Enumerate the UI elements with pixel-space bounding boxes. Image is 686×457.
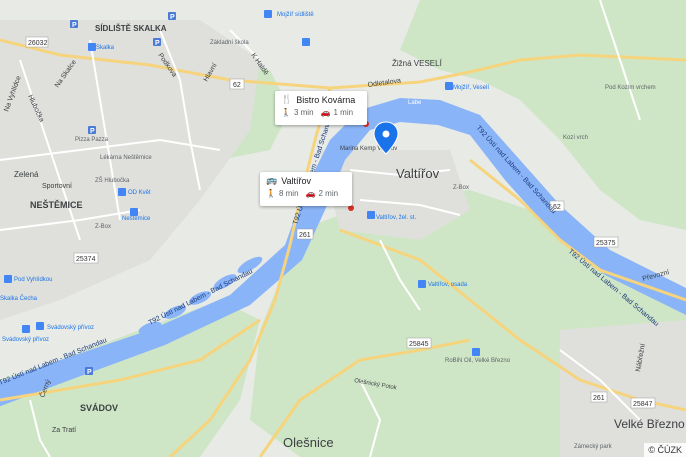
zelena-label: Zelená bbox=[14, 170, 39, 179]
place-card-title: Valtířov bbox=[281, 175, 312, 186]
bus-stop-icon[interactable] bbox=[418, 280, 426, 288]
svg-text:P: P bbox=[155, 40, 160, 47]
restaurant-icon: 🍴 bbox=[281, 94, 293, 104]
svg-text:P: P bbox=[72, 22, 77, 29]
nestemice-stop-label: Neštěmice bbox=[122, 216, 151, 222]
skalka-cecha-label: Skalka Čecha bbox=[0, 295, 38, 302]
svg-text:25847: 25847 bbox=[633, 401, 653, 408]
bus-stop-icon[interactable] bbox=[367, 211, 375, 219]
svg-text:P: P bbox=[90, 128, 95, 135]
district-nestemice-label: NEŠTĚMICE bbox=[30, 199, 83, 210]
svg-text:261: 261 bbox=[299, 232, 311, 239]
svg-text:62: 62 bbox=[233, 82, 241, 89]
valtirov-osada-label: Valtířov, osada bbox=[428, 282, 468, 288]
valtirov-zel-label: Valtířov, žel. st. bbox=[376, 215, 416, 221]
zakladni-skola-label: Základní škola bbox=[210, 40, 249, 46]
lekarna-label: Lékárna Neštěmice bbox=[100, 155, 152, 161]
skalka-label: Skalka bbox=[96, 45, 115, 51]
sportovni-label: Sportovní bbox=[42, 183, 72, 190]
bus-stop-icon[interactable] bbox=[302, 38, 310, 46]
zamecky-park-label: Zámecký park bbox=[574, 444, 613, 450]
parking-icon: P bbox=[85, 367, 93, 376]
town-olesnice-label: Olešnice bbox=[283, 435, 334, 450]
map-canvas[interactable]: 26032 62 62 261 261 25374 25375 25845 25… bbox=[0, 0, 686, 457]
map-attribution: © ČÚZK bbox=[644, 443, 686, 457]
bus-stop-icon[interactable] bbox=[445, 82, 453, 90]
bus-stop-icon[interactable] bbox=[472, 348, 480, 356]
bus-stop-icon[interactable] bbox=[130, 208, 138, 216]
svg-text:25374: 25374 bbox=[76, 256, 96, 263]
pod-vyhlidkou-label: Pod Vyhlídkou bbox=[14, 277, 52, 283]
walk-time: 3 min bbox=[293, 108, 314, 117]
walk-icon: 🚶 bbox=[266, 189, 276, 198]
svg-text:25845: 25845 bbox=[409, 341, 429, 348]
ziznie-veseli-label: Žižná VESELÍ bbox=[392, 59, 443, 68]
parking-icon: P bbox=[70, 20, 78, 29]
pizza-label: Pizza Pazza bbox=[75, 137, 109, 143]
place-card-title: Bistro Kovárna bbox=[296, 94, 356, 105]
drive-time: 2 min bbox=[318, 189, 339, 198]
zs-hlubocka-label: ZŠ Hlubočka bbox=[95, 177, 130, 184]
svg-text:P: P bbox=[170, 14, 175, 21]
robin-label: RoBiN Oil, Velké Březno bbox=[445, 358, 511, 364]
mojzir-label: Mojžíř, Veselí bbox=[453, 85, 489, 91]
svg-text:P: P bbox=[87, 369, 92, 376]
bus-stop-icon[interactable] bbox=[264, 10, 272, 18]
parking-icon: P bbox=[88, 126, 96, 135]
od-kvet-label: OD Květ bbox=[128, 190, 151, 196]
place-card-bistro[interactable]: 🍴 Bistro Kovárna 🚶 3 min 🚗 1 min bbox=[275, 91, 367, 125]
svg-text:261: 261 bbox=[593, 395, 605, 402]
bus-stop-icon[interactable] bbox=[118, 188, 126, 196]
parking-icon: P bbox=[153, 38, 161, 47]
car-icon: 🚗 bbox=[320, 108, 331, 117]
place-card-valtirov[interactable]: 🚌 Valtířov 🚶 8 min 🚗 2 min bbox=[260, 172, 352, 206]
svadovsky-privoz-label: Svádovský přívoz bbox=[47, 325, 94, 331]
town-velke-brezno-label: Velké Březno bbox=[614, 417, 685, 431]
za-trati-label: Za Tratí bbox=[52, 427, 76, 434]
svadovsky-privoz2-label: Svádovský přívoz bbox=[2, 337, 49, 343]
svg-text:25375: 25375 bbox=[596, 240, 616, 247]
zbox2-label: Z-Box bbox=[95, 224, 111, 230]
kozi-vrch-label: Kozí vrch bbox=[563, 135, 588, 141]
bus-icon: 🚌 bbox=[266, 175, 278, 185]
bus-stop-icon[interactable] bbox=[4, 275, 12, 283]
bus-stop-icon[interactable] bbox=[36, 322, 44, 330]
walk-time: 8 min bbox=[278, 189, 299, 198]
mojzir-sidliste-label: Mojžíř sídliště bbox=[277, 12, 314, 18]
bus-stop-icon[interactable] bbox=[22, 325, 30, 333]
district-svadov-label: SVÁDOV bbox=[80, 403, 118, 413]
parking-icon: P bbox=[168, 12, 176, 21]
drive-time: 1 min bbox=[333, 108, 354, 117]
zbox-label: Z-Box bbox=[453, 185, 469, 191]
town-valtirov-label: Valtířov bbox=[396, 166, 440, 181]
bus-stop-icon[interactable] bbox=[88, 43, 96, 51]
walk-icon: 🚶 bbox=[281, 108, 291, 117]
car-icon: 🚗 bbox=[305, 189, 316, 198]
labe-label: Labe bbox=[408, 100, 422, 106]
district-sidliste-label: SÍDLIŠTĚ SKALKA bbox=[95, 24, 167, 33]
svg-text:26032: 26032 bbox=[28, 40, 48, 47]
pod-kozim-label: Pod Kozím vrchem bbox=[605, 85, 656, 91]
